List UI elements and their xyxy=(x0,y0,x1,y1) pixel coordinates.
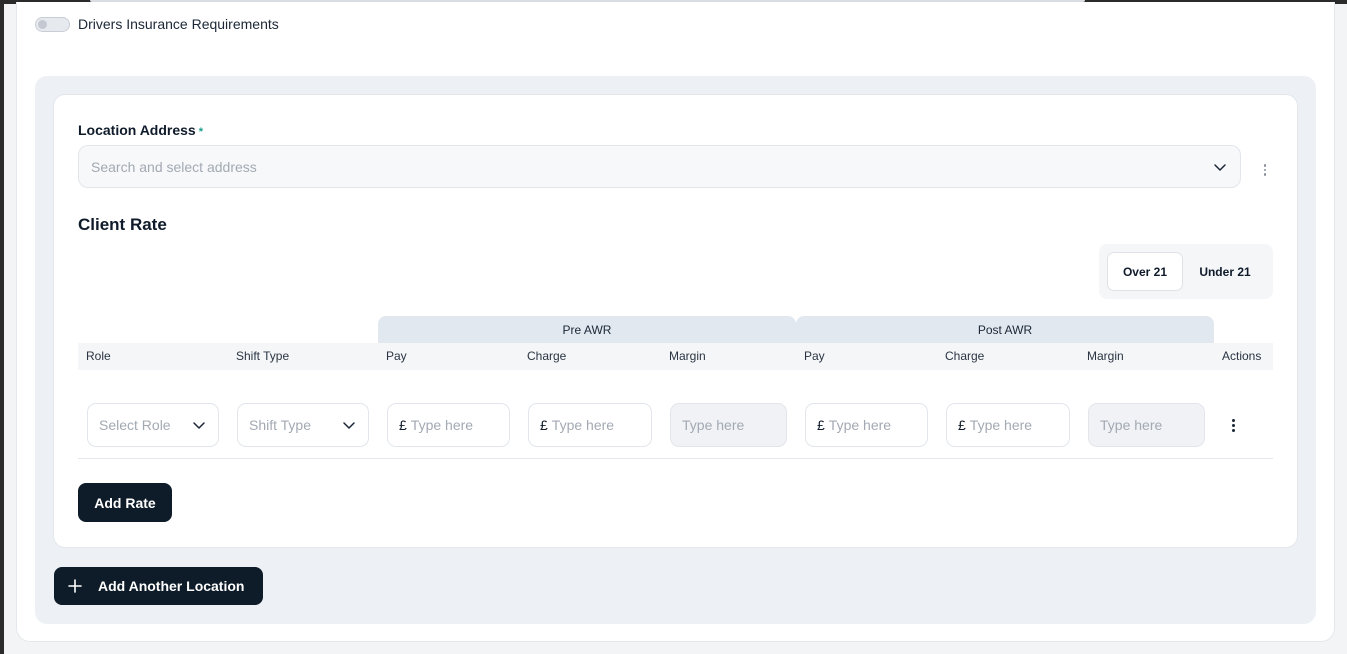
col-pre-margin: Margin xyxy=(669,349,706,363)
chevron-down-icon xyxy=(1212,159,1228,175)
post-pay-placeholder: Type here xyxy=(828,417,892,433)
currency-symbol: £ xyxy=(958,417,966,433)
segment-over-21[interactable]: Over 21 xyxy=(1107,252,1183,291)
location-more-icon[interactable] xyxy=(1258,162,1272,178)
add-rate-button[interactable]: Add Rate xyxy=(78,483,172,522)
role-select[interactable]: Select Role xyxy=(87,403,219,447)
post-margin-input: Type here xyxy=(1088,403,1205,447)
row-divider xyxy=(78,458,1273,459)
post-margin-placeholder: Type here xyxy=(1100,417,1163,433)
pre-margin-input: Type here xyxy=(670,403,787,447)
post-awr-header: Post AWR xyxy=(796,316,1214,343)
post-charge-placeholder: Type here xyxy=(969,417,1033,433)
required-marker: * xyxy=(198,126,204,138)
plus-icon xyxy=(68,579,82,593)
pre-margin-placeholder: Type here xyxy=(682,417,745,433)
row-actions-icon[interactable] xyxy=(1226,417,1240,433)
pre-pay-input[interactable]: £ Type here xyxy=(387,403,510,447)
add-another-location-label: Add Another Location xyxy=(98,578,245,594)
post-charge-input[interactable]: £ Type here xyxy=(946,403,1070,447)
col-role: Role xyxy=(86,349,111,363)
insurance-toggle-row: Drivers Insurance Requirements xyxy=(35,16,279,32)
location-address-label: Location Address * xyxy=(78,122,203,138)
role-placeholder: Select Role xyxy=(99,417,171,433)
pre-pay-placeholder: Type here xyxy=(410,417,474,433)
location-address-select[interactable]: Search and select address xyxy=(78,145,1241,188)
segment-under-21[interactable]: Under 21 xyxy=(1185,252,1265,291)
shift-type-placeholder: Shift Type xyxy=(249,417,312,433)
location-address-placeholder: Search and select address xyxy=(91,158,257,175)
post-pay-input[interactable]: £ Type here xyxy=(805,403,928,447)
insurance-toggle-label: Drivers Insurance Requirements xyxy=(78,16,279,32)
col-pre-pay: Pay xyxy=(386,349,407,363)
add-another-location-button[interactable]: Add Another Location xyxy=(54,567,263,605)
pre-charge-input[interactable]: £ Type here xyxy=(528,403,652,447)
col-post-margin: Margin xyxy=(1087,349,1124,363)
location-address-label-text: Location Address xyxy=(78,122,196,138)
currency-symbol: £ xyxy=(399,417,407,433)
pre-charge-placeholder: Type here xyxy=(551,417,615,433)
shift-type-select[interactable]: Shift Type xyxy=(237,403,369,447)
chevron-down-icon xyxy=(341,417,357,433)
pre-awr-header: Pre AWR xyxy=(378,316,796,343)
currency-symbol: £ xyxy=(817,417,825,433)
chevron-down-icon xyxy=(191,417,207,433)
age-segmented-control: Over 21 Under 21 xyxy=(1099,244,1273,299)
col-pre-charge: Charge xyxy=(527,349,567,363)
window-left-edge xyxy=(0,0,4,654)
col-actions: Actions xyxy=(1222,349,1262,363)
col-post-charge: Charge xyxy=(945,349,985,363)
currency-symbol: £ xyxy=(540,417,548,433)
toggle-knob xyxy=(38,19,47,29)
col-shift-type: Shift Type xyxy=(236,349,290,363)
col-post-pay: Pay xyxy=(804,349,825,363)
insurance-toggle[interactable] xyxy=(35,16,70,32)
client-rate-title: Client Rate xyxy=(78,215,167,234)
